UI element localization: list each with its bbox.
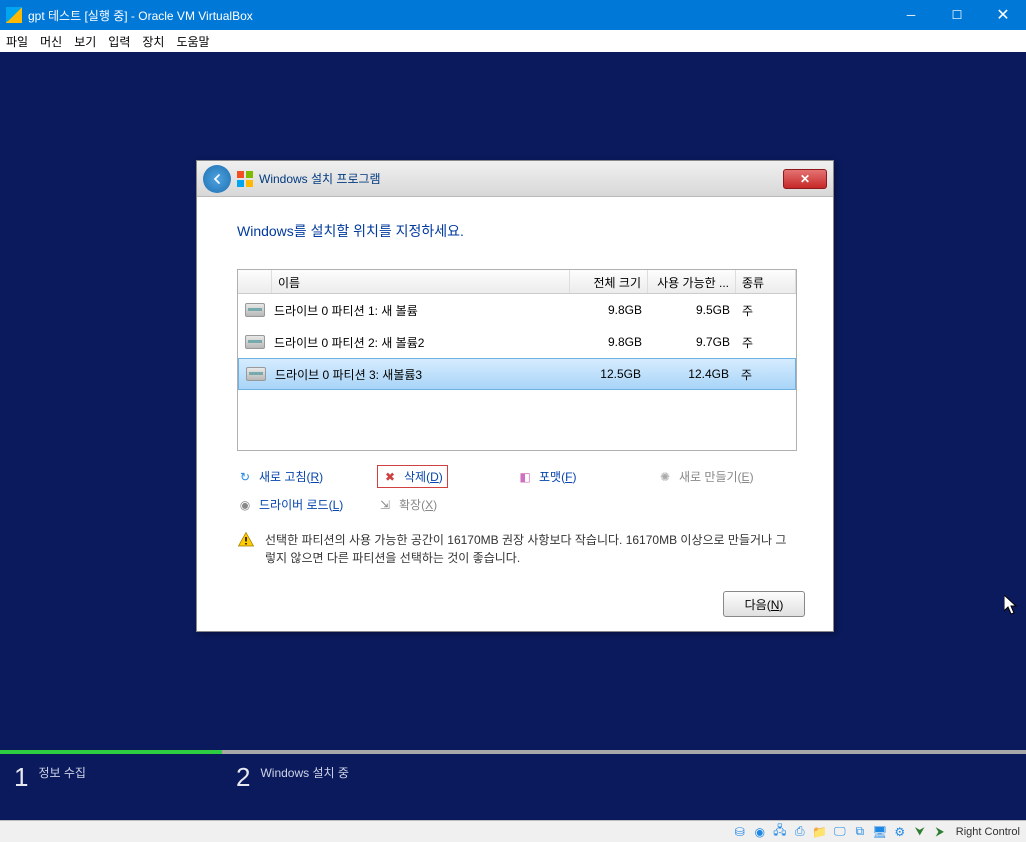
drive-free: 12.4GB [647,367,735,381]
optical-drive-icon[interactable]: ◉ [752,824,768,840]
next-button[interactable]: 다음(N) [723,591,805,617]
harddisk-activity-icon[interactable]: ⛁ [732,824,748,840]
step-1: 1 정보 수집 [0,750,222,810]
drive-name: 드라이브 0 파티션 1: 새 볼륨 [272,302,570,319]
delete-icon: ✖ [382,469,398,485]
setup-window-title: Windows 설치 프로그램 [259,170,783,187]
shared-folder-icon[interactable]: 📁 [812,824,828,840]
drive-free: 9.5GB [648,303,736,317]
format-link[interactable]: ◧ 포맷(F) [517,465,657,488]
menu-view[interactable]: 보기 [74,33,96,50]
minimize-button[interactable]: ─ [888,0,934,30]
drive-free: 9.7GB [648,335,736,349]
setup-titlebar: Windows 설치 프로그램 ✕ [197,161,833,197]
recording-icon[interactable]: ⧉ [852,824,868,840]
harddisk-icon [245,303,265,317]
virtualbox-app-icon [6,7,22,23]
drive-actions: ↻ 새로 고침(R) ✖ 삭제(D) ◧ 포맷(F) ✺ 새로 만들기(E) ◉… [237,465,793,513]
usb-icon[interactable]: ⎙ [792,824,808,840]
mouse-cursor-icon [1004,595,1018,615]
maximize-button[interactable]: ☐ [934,0,980,30]
col-total[interactable]: 전체 크기 [570,270,648,293]
setup-body: Windows를 설치할 위치를 지정하세요. 이름 전체 크기 사용 가능한 … [197,197,833,631]
col-type[interactable]: 종류 [736,270,796,293]
col-free[interactable]: 사용 가능한 ... [648,270,736,293]
warning-text: 선택한 파티션의 사용 가능한 공간이 16170MB 권장 사항보다 작습니다… [265,531,793,567]
close-button[interactable]: ✕ [980,0,1026,30]
drive-name: 드라이브 0 파티션 3: 새볼륨3 [273,366,569,383]
install-progress-steps: 1 정보 수집 2 Windows 설치 중 [0,750,1026,810]
drive-row-selected[interactable]: 드라이브 0 파티션 3: 새볼륨3 12.5GB 12.4GB 주 [238,358,796,390]
menu-help[interactable]: 도움말 [176,33,209,50]
window-title: gpt 테스트 [실행 중] - Oracle VM VirtualBox [28,7,888,24]
drive-table: 이름 전체 크기 사용 가능한 ... 종류 드라이브 0 파티션 1: 새 볼… [237,269,797,451]
host-key-indicator[interactable]: Right Control [956,826,1020,838]
format-icon: ◧ [517,469,533,485]
menu-devices[interactable]: 장치 [142,33,164,50]
col-name[interactable]: 이름 [272,270,570,293]
network-icon[interactable]: 🖧 [772,824,788,840]
windows-setup-dialog: Windows 설치 프로그램 ✕ Windows를 설치할 위치를 지정하세요… [196,160,834,632]
harddisk-icon [245,335,265,349]
step-number: 1 [14,764,28,790]
step-number: 2 [236,764,250,790]
drive-table-header: 이름 전체 크기 사용 가능한 ... 종류 [238,270,796,294]
virtualbox-statusbar: ⛁ ◉ 🖧 ⎙ 📁 🖵 ⧉ 🖥 ⚙ ⮟ ⮞ Right Control [0,820,1026,842]
mouse-integration-icon[interactable]: ⮟ [912,824,928,840]
window-controls: ─ ☐ ✕ [888,0,1026,30]
display-icon[interactable]: 🖵 [832,824,848,840]
new-icon: ✺ [657,469,673,485]
refresh-link[interactable]: ↻ 새로 고침(R) [237,465,377,488]
load-driver-link[interactable]: ◉ 드라이버 로드(L) [237,496,377,513]
delete-link[interactable]: ✖ 삭제(D) [377,465,517,488]
step-label: Windows 설치 중 [260,764,348,781]
drive-row[interactable]: 드라이브 0 파티션 2: 새 볼륨2 9.8GB 9.7GB 주 [238,326,796,358]
menu-input[interactable]: 입력 [108,33,130,50]
drive-name: 드라이브 0 파티션 2: 새 볼륨2 [272,334,570,351]
audio-icon[interactable]: 🖥 [872,824,888,840]
virtualbox-menubar: 파일 머신 보기 입력 장치 도움말 [0,30,1026,52]
drive-total: 12.5GB [569,367,647,381]
drive-type: 주 [736,302,796,319]
windows-logo-icon [237,171,253,187]
extend-link[interactable]: ⇲ 확장(X) [377,496,517,513]
drive-total: 9.8GB [570,335,648,349]
menu-machine[interactable]: 머신 [40,33,62,50]
new-link[interactable]: ✺ 새로 만들기(E) [657,465,807,488]
cd-icon: ◉ [237,497,253,513]
extend-icon: ⇲ [377,497,393,513]
drive-total: 9.8GB [570,303,648,317]
keyboard-capture-icon[interactable]: ⮞ [932,824,948,840]
drive-row[interactable]: 드라이브 0 파티션 1: 새 볼륨 9.8GB 9.5GB 주 [238,294,796,326]
virtualbox-titlebar: gpt 테스트 [실행 중] - Oracle VM VirtualBox ─ … [0,0,1026,30]
warning-icon [237,531,255,549]
menu-file[interactable]: 파일 [6,33,28,50]
setup-heading: Windows를 설치할 위치를 지정하세요. [237,221,793,241]
back-button[interactable] [203,165,231,193]
step-2: 2 Windows 설치 중 [222,750,1026,810]
drive-type: 주 [736,334,796,351]
setup-close-button[interactable]: ✕ [783,169,827,189]
warning-row: 선택한 파티션의 사용 가능한 공간이 16170MB 권장 사항보다 작습니다… [237,531,793,567]
refresh-icon: ↻ [237,469,253,485]
drive-type: 주 [735,366,795,383]
processor-icon[interactable]: ⚙ [892,824,908,840]
step-label: 정보 수집 [38,764,86,781]
harddisk-icon [246,367,266,381]
